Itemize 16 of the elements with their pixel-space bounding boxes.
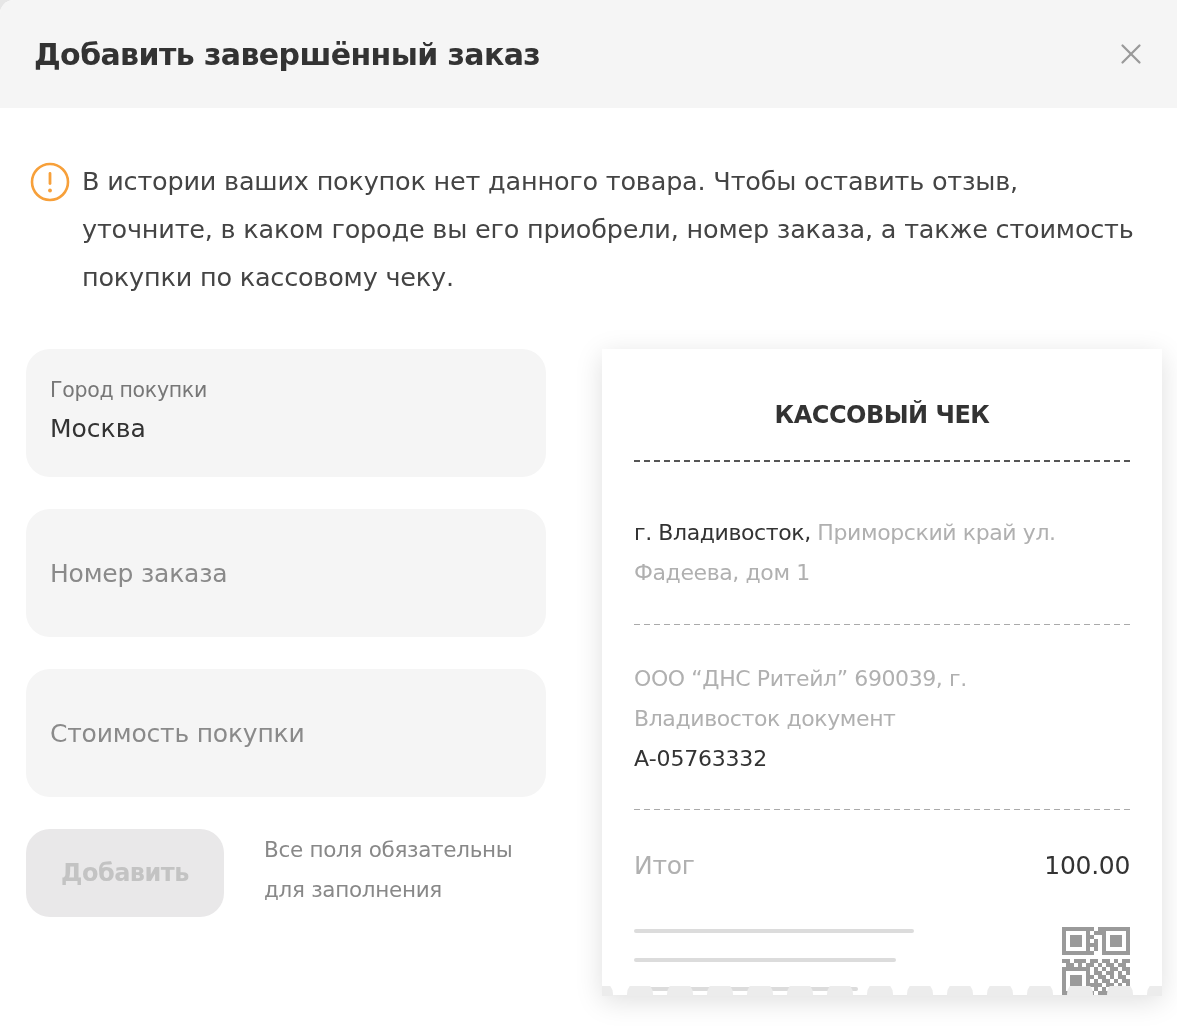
receipt-title: КАССОВЫЙ ЧЕК [774,399,990,431]
total-value: 100.00 [1044,851,1130,881]
receipt-company: ООО “ДНС Ритейл” 690039, г. Владивосток документ [634,664,968,733]
field-value-input[interactable]: Москва [50,411,170,447]
dialog-title: Добавить завершённый заказ [34,36,541,72]
receipt-address: г. Владивосток, Приморский край ул. Фадеева, дом 1 [634,518,1057,587]
input-field[interactable]: Город покупки Москва [26,349,546,477]
qr-code-icon [1062,927,1130,995]
required-fields-hint: Все поля обязательны для заполнения [264,836,514,904]
total-label: Итог [634,851,695,881]
exclamation-circle-icon [30,162,70,202]
notice-text: В истории ваших покупок нет данного товара. Чтобы оставить отзыв, уточните, в каком городе вы его приобрели, номер заказа, а также стоимость покупки по кассовому чеку. [82,165,1134,294]
input-field[interactable]: Номер заказа [26,509,546,637]
document-number: А-05763332 [634,744,767,773]
input-field[interactable]: Стоимость покупки [26,669,546,797]
field-label: Город покупки [50,377,207,404]
